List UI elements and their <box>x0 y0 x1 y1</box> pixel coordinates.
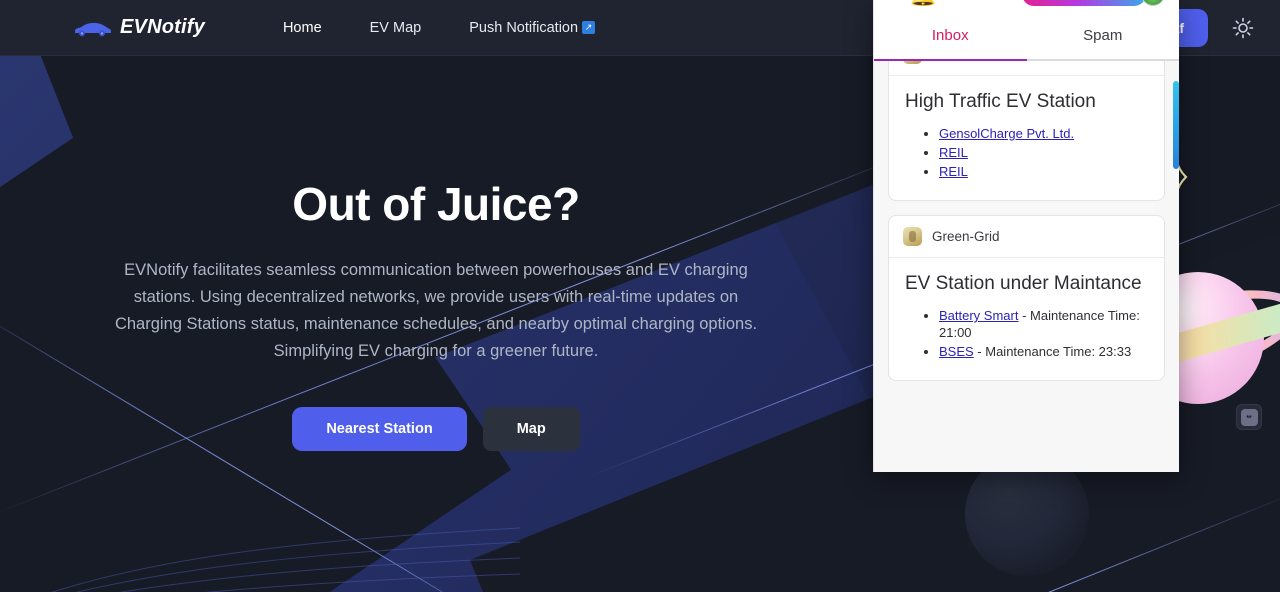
message-header: Green-Grid <box>889 61 1164 76</box>
station-detail: - Maintenance Time: 23:33 <box>973 344 1132 359</box>
message-title: EV Station under Maintance <box>905 273 1142 294</box>
notification-scrollbar[interactable] <box>1173 61 1179 472</box>
list-item: REIL <box>939 144 1148 161</box>
bot-widget-icon: •̵• <box>1240 408 1258 426</box>
theme-toggle-button[interactable] <box>1226 11 1260 45</box>
list-item: Battery Smart - Maintenance Time: 21:00 <box>939 307 1148 341</box>
notification-panel: 🔔 Inbox Spam Green-Grid High Traffic EV … <box>873 0 1179 472</box>
hero-section: Out of Juice? EVNotify facilitates seaml… <box>0 56 872 592</box>
profile-avatar-icon[interactable] <box>1141 0 1165 6</box>
page-title: Out of Juice? <box>292 178 580 230</box>
nav-link-push-notification[interactable]: Push Notification ↗ <box>469 19 596 36</box>
notification-panel-tabs: Inbox Spam <box>874 12 1179 61</box>
message-body: EV Station under Maintance Battery Smart… <box>889 258 1164 380</box>
list-item[interactable]: Green-Grid EV Station under Maintance Ba… <box>888 215 1165 381</box>
bell-icon[interactable]: 🔔 <box>910 0 936 8</box>
external-link-icon: ↗ <box>582 21 596 35</box>
message-sender: Green-Grid <box>932 229 1000 244</box>
station-link[interactable]: GensolCharge Pvt. Ltd. <box>939 126 1074 141</box>
tab-inbox[interactable]: Inbox <box>874 12 1027 61</box>
tab-spam[interactable]: Spam <box>1027 12 1180 59</box>
avatar <box>903 227 922 246</box>
nav-link-ev-map[interactable]: EV Map <box>370 20 422 36</box>
message-sender: Green-Grid <box>932 61 1000 62</box>
nav-link-home[interactable]: Home <box>283 20 322 36</box>
message-header: Green-Grid <box>889 216 1164 258</box>
station-link[interactable]: Battery Smart <box>939 308 1018 323</box>
message-item-list: GensolCharge Pvt. Ltd. REIL REIL <box>905 125 1148 180</box>
map-button[interactable]: Map <box>482 407 580 451</box>
nav-link-push-notification-label: Push Notification <box>469 19 579 36</box>
brand-logo[interactable]: EVNotify <box>72 16 205 39</box>
list-item: REIL <box>939 163 1148 180</box>
notification-panel-topbar: 🔔 <box>874 0 1179 12</box>
sun-icon <box>1232 17 1254 38</box>
station-link[interactable]: REIL <box>939 164 968 179</box>
nearest-station-button[interactable]: Nearest Station <box>292 407 467 451</box>
app-root: EVNotify Home EV Map Push Notification ↗ … <box>0 0 1280 592</box>
scrollbar-thumb[interactable] <box>1173 81 1179 169</box>
nav-links: Home EV Map Push Notification ↗ <box>283 19 596 36</box>
station-link[interactable]: BSES <box>939 344 974 359</box>
chat-widget-button[interactable]: •̵• <box>1236 404 1262 430</box>
list-item: BSES - Maintenance Time: 23:33 <box>939 343 1148 360</box>
notification-list[interactable]: Green-Grid High Traffic EV Station Genso… <box>874 61 1179 472</box>
list-item: GensolCharge Pvt. Ltd. <box>939 125 1148 142</box>
gradient-pill-button[interactable] <box>1022 0 1146 6</box>
message-body: High Traffic EV Station GensolCharge Pvt… <box>889 76 1164 200</box>
list-item[interactable]: Green-Grid High Traffic EV Station Genso… <box>888 61 1165 201</box>
car-icon <box>75 22 111 36</box>
message-item-list: Battery Smart - Maintenance Time: 21:00 … <box>905 307 1148 360</box>
station-link[interactable]: REIL <box>939 145 968 160</box>
avatar <box>903 61 922 64</box>
hero-subtitle: EVNotify facilitates seamless communicat… <box>114 261 758 360</box>
hero-actions: Nearest Station Map <box>292 407 580 451</box>
message-title: High Traffic EV Station <box>905 91 1096 112</box>
brand-name: EVNotify <box>120 16 205 38</box>
